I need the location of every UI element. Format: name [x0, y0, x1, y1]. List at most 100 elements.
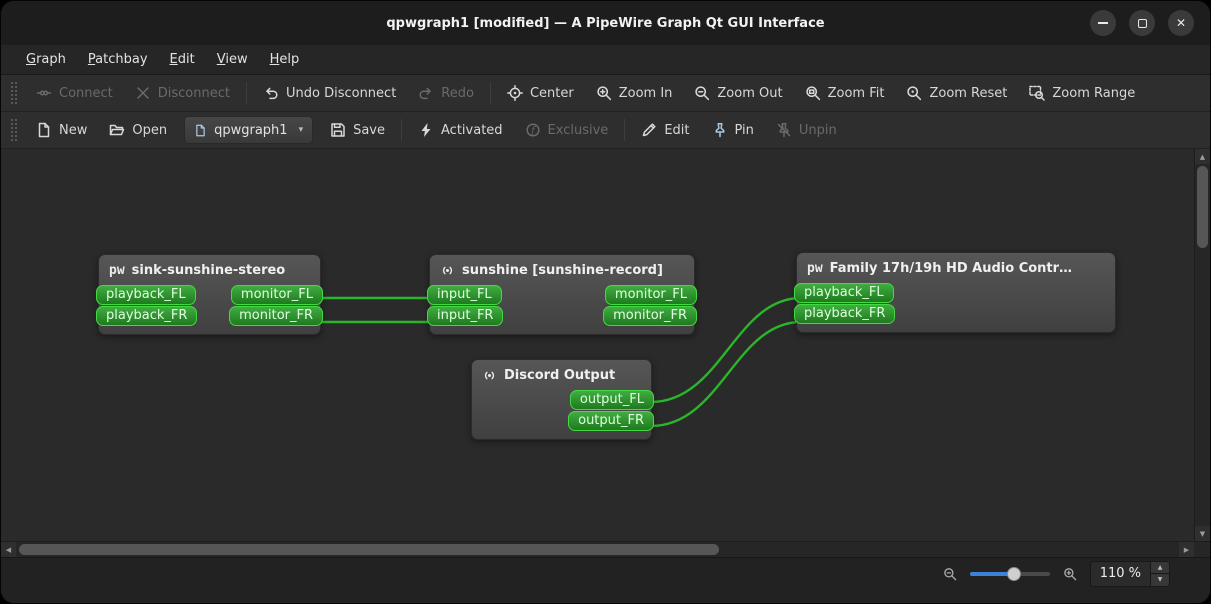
edit-button[interactable]: Edit	[630, 115, 700, 145]
undo-disconnect-button[interactable]: Undo Disconnect	[252, 78, 407, 108]
node-header[interactable]: pw Family 17h/19h HD Audio Contr…	[797, 258, 1115, 282]
node-header[interactable]: pw sink-sunshine-stereo	[99, 260, 320, 284]
patchbay-file-icon	[194, 124, 207, 137]
port-output[interactable]: monitor_FL	[230, 285, 323, 305]
disconnect-label: Disconnect	[157, 85, 230, 101]
menu-help[interactable]: Help	[259, 48, 311, 71]
connect-icon	[36, 85, 52, 101]
center-label: Center	[529, 85, 574, 101]
center-button[interactable]: Center	[496, 78, 585, 108]
stream-icon	[482, 368, 497, 383]
zoom-in-small-icon[interactable]	[1063, 567, 1077, 581]
zoom-slider-handle[interactable]	[1006, 566, 1021, 581]
connect-button: Connect	[25, 78, 124, 108]
port-row: playback_FR monitor_FR	[96, 306, 323, 326]
activated-button[interactable]: Activated	[407, 115, 514, 145]
stream-icon	[440, 263, 455, 278]
minimize-button[interactable]	[1090, 10, 1116, 36]
horizontal-scroll-track[interactable]	[16, 542, 1179, 557]
zoom-range-button[interactable]: Zoom Range	[1018, 78, 1146, 108]
zoom-out-small-icon[interactable]	[943, 567, 957, 581]
close-button[interactable]: ✕	[1168, 10, 1194, 36]
save-icon	[330, 122, 346, 138]
node-header[interactable]: Discord Output	[472, 365, 651, 389]
scroll-left-icon[interactable]: ◀	[1, 542, 16, 557]
save-button[interactable]: Save	[319, 115, 396, 145]
port-input[interactable]: playback_FR	[96, 306, 198, 326]
new-button[interactable]: New	[25, 115, 98, 145]
pin-button[interactable]: Pin	[701, 115, 765, 145]
pipewire-icon: pw	[109, 263, 125, 278]
zoom-in-button[interactable]: Zoom In	[585, 78, 684, 108]
titlebar[interactable]: qpwgraph1 [modified] — A PipeWire Graph …	[1, 1, 1210, 45]
zoom-reset-button[interactable]: Zoom Reset	[895, 78, 1018, 108]
port-row: output_FL	[472, 390, 654, 410]
spin-up-icon[interactable]: ▲	[1151, 561, 1169, 573]
node-header[interactable]: sunshine [sunshine-record]	[430, 260, 694, 284]
horizontal-scroll-handle[interactable]	[19, 544, 719, 555]
scroll-down-icon[interactable]: ▼	[1195, 526, 1210, 541]
zoom-fit-button[interactable]: Zoom Fit	[794, 78, 896, 108]
toolbar-separator	[624, 119, 626, 141]
activated-bolt-icon	[418, 122, 434, 138]
node-title: Family 17h/19h HD Audio Contr…	[829, 261, 1073, 276]
maximize-button[interactable]	[1129, 10, 1155, 36]
port-row: playback_FR	[794, 304, 1115, 324]
port-output[interactable]: monitor_FR	[603, 306, 697, 326]
maximize-icon	[1137, 18, 1147, 28]
menu-edit[interactable]: Edit	[159, 48, 206, 71]
vertical-scroll-track[interactable]	[1195, 164, 1210, 526]
port-input[interactable]: playback_FL	[794, 283, 894, 303]
connection-wire[interactable]	[649, 320, 803, 428]
port-input[interactable]: playback_FL	[96, 285, 196, 305]
menu-graph[interactable]: Graph	[15, 48, 77, 71]
zoom-reset-label: Zoom Reset	[929, 85, 1008, 101]
center-icon	[507, 85, 523, 101]
toolbar-grip[interactable]	[10, 81, 18, 105]
vertical-scrollbar[interactable]: ▲ ▼	[1194, 149, 1210, 541]
activated-label: Activated	[441, 122, 503, 138]
graph-node-sink-sunshine-stereo[interactable]: pw sink-sunshine-stereo playback_FL moni…	[96, 254, 323, 335]
zoom-reset-icon	[906, 85, 922, 101]
scroll-right-icon[interactable]: ▶	[1179, 542, 1194, 557]
zoom-out-icon	[694, 85, 710, 101]
toolbar-file: New Open qpwgraph1 ▾ Save Activated f Ex…	[1, 112, 1210, 149]
menu-patchbay[interactable]: Patchbay	[77, 48, 159, 71]
window-title: qpwgraph1 [modified] — A PipeWire Graph …	[386, 15, 825, 31]
node-title: sunshine [sunshine-record]	[462, 263, 663, 278]
graph-canvas[interactable]: pw sink-sunshine-stereo playback_FL moni…	[1, 149, 1194, 541]
port-output[interactable]: output_FR	[568, 411, 654, 431]
port-output[interactable]: monitor_FR	[229, 306, 323, 326]
edit-pencil-icon	[641, 122, 657, 138]
horizontal-scrollbar[interactable]: ◀ ▶	[1, 541, 1210, 557]
port-input[interactable]: playback_FR	[794, 304, 896, 324]
port-output[interactable]: output_FL	[569, 390, 654, 410]
patchbay-select[interactable]: qpwgraph1 ▾	[184, 116, 314, 144]
close-icon: ✕	[1175, 16, 1187, 30]
graph-node-family-audio[interactable]: pw Family 17h/19h HD Audio Contr… playba…	[794, 252, 1116, 333]
toolbar-grip[interactable]	[10, 118, 18, 142]
statusbar: 110 % ▲ ▼	[1, 557, 1210, 603]
toolbar-main: Connect Disconnect Undo Disconnect Redo …	[1, 75, 1210, 112]
scroll-up-icon[interactable]: ▲	[1195, 149, 1210, 164]
zoom-slider[interactable]	[969, 566, 1050, 581]
minimize-icon	[1098, 22, 1108, 24]
menu-view[interactable]: View	[206, 48, 259, 71]
zoom-spinbox[interactable]: 110 % ▲ ▼	[1089, 560, 1170, 587]
pin-label: Pin	[734, 122, 754, 138]
node-title: Discord Output	[504, 368, 616, 383]
vertical-scroll-handle[interactable]	[1197, 166, 1208, 248]
graph-node-discord-output[interactable]: Discord Output output_FL output_FR	[471, 359, 654, 440]
port-input[interactable]: input_FL	[427, 285, 502, 305]
undo-icon	[263, 85, 279, 101]
port-output[interactable]: monitor_FL	[604, 285, 697, 305]
port-row: playback_FL	[794, 283, 1115, 303]
open-button[interactable]: Open	[98, 115, 178, 145]
graph-node-sunshine[interactable]: sunshine [sunshine-record] input_FL moni…	[427, 254, 697, 335]
zoom-in-label: Zoom In	[618, 85, 673, 101]
spin-down-icon[interactable]: ▼	[1151, 573, 1169, 586]
save-label: Save	[353, 122, 386, 138]
connect-label: Connect	[59, 85, 113, 101]
port-input[interactable]: input_FR	[427, 306, 504, 326]
zoom-out-button[interactable]: Zoom Out	[683, 78, 793, 108]
